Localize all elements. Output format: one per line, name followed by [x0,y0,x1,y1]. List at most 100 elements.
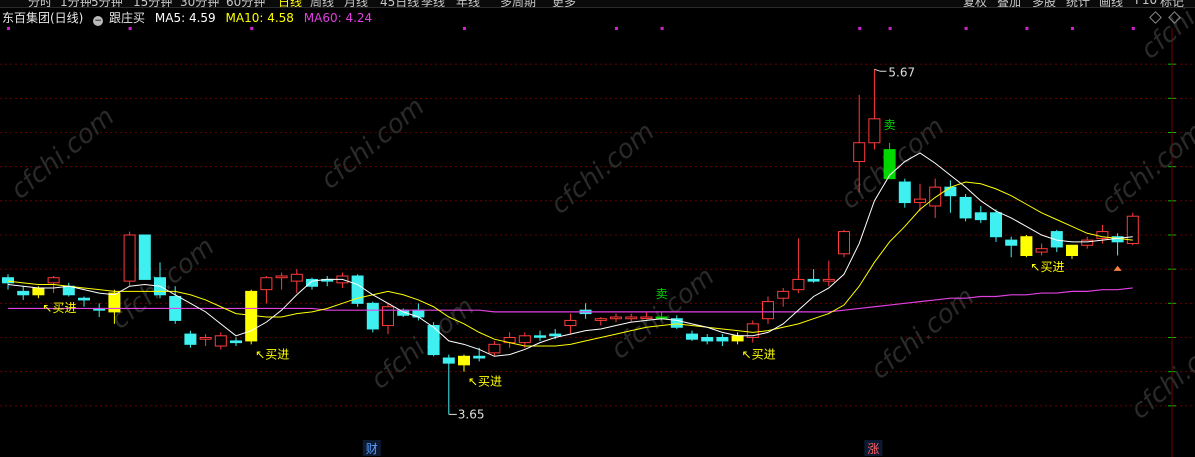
candle-body [427,325,440,356]
candle-body [290,273,303,282]
buy-label: ↖买进 [742,347,776,361]
bottom-event-markers: 财涨 [362,440,883,456]
chart-legend: 东百集团(日线) − 跟庄买 MA5: 4.59 MA10: 4.58 MA60… [2,9,378,26]
candle-body [1035,248,1048,253]
ma60-legend-label: MA60: [303,11,342,25]
toolbar-item[interactable]: 1分钟 [60,0,92,7]
toolbar-item[interactable]: 画线 [1099,0,1123,7]
toolbar-item[interactable]: 45日线 [380,0,419,7]
candle-body [777,290,790,299]
candle-body [640,316,653,319]
signal-dot [1071,27,1074,30]
candle-body [534,335,546,338]
candle-body [914,198,926,204]
toolbar-item[interactable]: 更多 [552,0,576,7]
toolbar-item[interactable]: F10 [1135,0,1157,7]
candle-body [807,278,820,282]
ma5-legend-value: 4.59 [188,11,216,25]
watermark-text: cfchi.com [865,282,980,385]
candle-body [974,212,987,221]
candle-body [1081,239,1094,246]
event-marker[interactable]: 涨 [867,441,879,456]
signal-dot [463,27,466,30]
candle-body [762,301,774,320]
candle-body [366,302,379,330]
signal-dot [250,27,254,30]
ma10-legend-value: 4.58 [267,11,294,25]
candlestick-chart: cfchi.com cfchi.com cfchi.com cfchi.com cfch… [0,0,1195,457]
high-pointer [874,68,887,72]
signal-dot [615,27,618,30]
candle-body [2,277,14,284]
watermark-text: cfchi.com [545,117,660,220]
candle-body [78,297,90,301]
signal-dot [1025,27,1029,30]
toolbar-item[interactable]: 多周期 [500,0,536,7]
signal-dot [858,27,862,30]
toolbar-item[interactable]: 月线 [344,0,368,7]
toolbar-item[interactable]: 5分钟 [91,0,123,7]
toolbar-item[interactable]: 复权 [963,0,987,7]
candle-body [518,335,531,344]
ma5-legend: MA5: 4.59 [155,11,216,25]
stock-title: 东百集团(日线) [2,11,84,25]
buy-label: ↖买进 [468,375,502,389]
toolbar-item[interactable]: 30分钟 [180,0,219,7]
candle-body [610,316,622,320]
candle-body [959,196,972,219]
circle-minus-icon[interactable]: − [93,16,104,26]
toolbar-item[interactable]: 60分钟 [226,0,265,7]
candle-body [792,278,805,291]
candle-body [230,340,242,344]
candle-body [990,212,1002,238]
period-toolbar: 分时 1分钟 5分钟 15分钟 30分钟 60分钟 日线 周线 月线 45日线 季线 年线 多周期 更多 复… [0,0,1195,8]
toolbar-item[interactable]: 叠加 [997,0,1021,7]
candle-body [929,186,942,207]
candle-body [838,231,850,255]
buy-label: ↖买进 [255,347,289,361]
toolbar-item[interactable]: 多股 [1032,0,1056,7]
signal-dot [964,27,968,30]
candle-body [214,335,227,347]
toolbar-item[interactable]: 周线 [310,0,334,7]
candle-body [686,333,698,340]
candle-body [594,318,607,321]
watermark-text: cfchi.com [605,262,720,365]
event-marker[interactable]: 财 [366,442,378,456]
watermark-text: cfchi.com [315,92,430,195]
toolbar-item[interactable]: 分时 [28,0,52,7]
toolbar-item[interactable]: 统计 [1066,0,1090,7]
watermark-text: cfchi.com [1135,0,1195,65]
toolbar-item[interactable]: 年线 [456,0,480,7]
indicator-name[interactable]: 跟庄买 [109,11,145,25]
latest-bar-marker [1113,265,1122,271]
candle-body [17,290,30,296]
signal-dot [7,27,10,30]
toolbar-item[interactable]: 标记 [1160,0,1184,7]
candle-body [184,333,197,345]
candle-body [473,355,486,359]
candle-body [488,343,501,354]
candle-body [458,355,470,366]
candle-body [1005,239,1018,246]
candles-layer [2,69,1139,415]
low-price-label: 3.65 [458,407,485,421]
toolbar-item[interactable]: 季线 [421,0,445,7]
ma60-legend-value: 4.24 [345,11,373,25]
ma5-legend-label: MA5: [154,11,186,25]
signal-dot [1131,27,1135,30]
candle-body [549,333,562,337]
candle-body [1066,244,1078,256]
candle-body [898,181,911,204]
toolbar-item[interactable]: 日线 [278,0,302,7]
signal-dot-row [7,27,1135,30]
high-price-label: 5.67 [888,65,915,79]
candle-body [731,335,744,342]
candle-body [32,287,45,296]
candle-body [822,278,835,282]
signal-dot [888,27,892,30]
candle-body [883,149,896,180]
toolbar-item[interactable]: 15分钟 [133,0,172,7]
sell-label: 卖 [656,287,668,301]
candle-body [138,234,151,280]
